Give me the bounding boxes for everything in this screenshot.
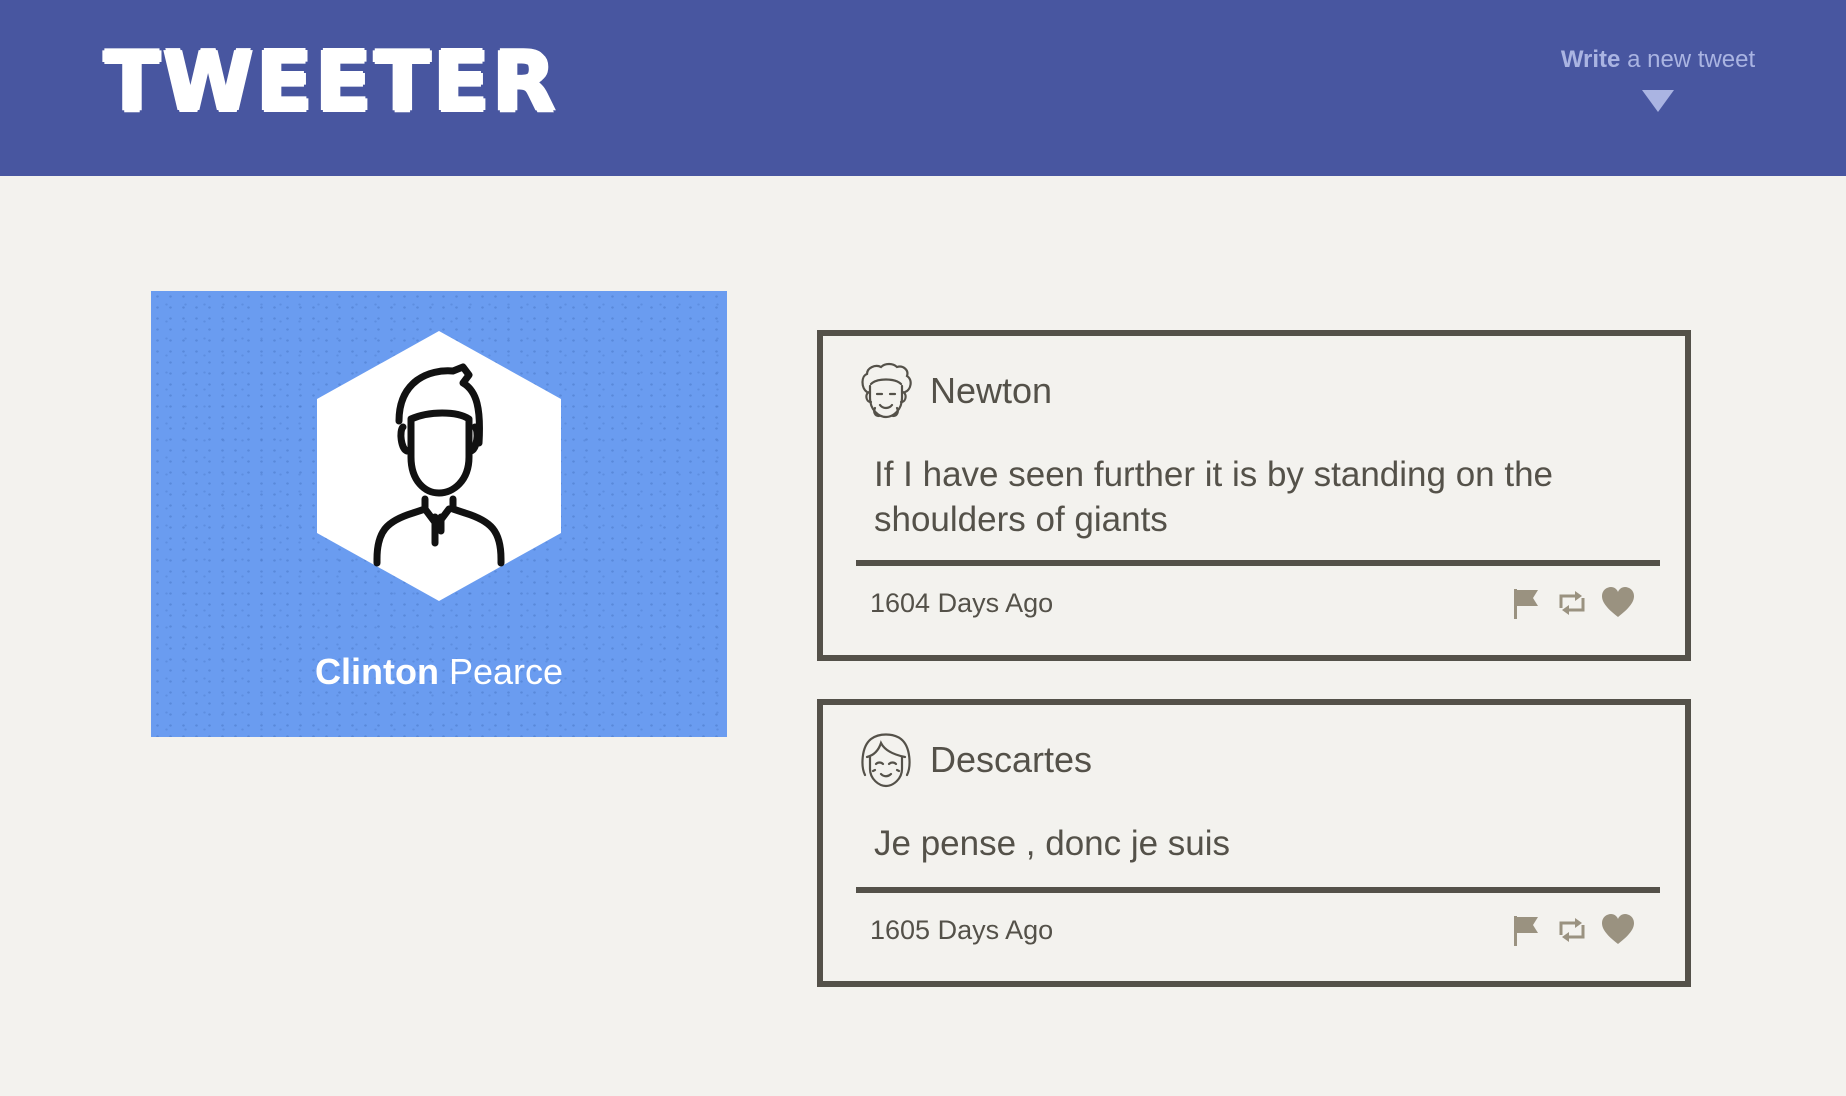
profile-avatar [317,331,561,601]
top-navigation-bar: TWEETER Write a new tweet [0,0,1846,176]
flag-icon[interactable] [1509,586,1543,620]
tweet-divider [856,560,1660,566]
flag-icon[interactable] [1509,913,1543,947]
retweet-icon[interactable] [1555,586,1589,620]
tweet-text: Je pense , donc je suis [874,824,1231,863]
tweet-timestamp: 1605 Days Ago [870,915,1054,945]
profile-first-name: Clinton [314,651,439,692]
chevron-down-icon[interactable] [1642,90,1674,112]
tweet-actions [1509,913,1635,947]
tweet-text: If I have seen further it is by standing… [874,455,1554,539]
profile-card: Clinton Pearce [151,291,727,737]
tweet-card: Newton If I have seen further it is by s… [817,330,1691,661]
profile-last-name: Pearce [438,651,564,692]
curly-hair-face-icon [857,362,915,420]
tweet-card: Descartes Je pense , donc je suis 1605 D… [817,699,1691,987]
compose-label-bold: Write [1560,46,1621,73]
tweet-divider [856,887,1660,893]
compose-tweet-label[interactable]: Write a new tweet [1530,46,1786,74]
user-avatar-icon [317,331,561,601]
compose-label-rest: a new tweet [1620,46,1756,73]
tweet-author-name[interactable]: Descartes [930,739,1092,781]
tweet-timestamp: 1604 Days Ago [870,588,1054,618]
profile-username: Clinton Pearce [151,651,727,693]
tweet-actions [1509,586,1635,620]
heart-icon[interactable] [1601,913,1635,947]
bob-hair-face-icon [857,731,915,789]
compose-tweet-toggle[interactable]: Write a new tweet [1530,46,1786,136]
retweet-icon[interactable] [1555,913,1589,947]
heart-icon[interactable] [1601,586,1635,620]
tweet-author-name[interactable]: Newton [930,370,1052,412]
app-logo[interactable]: TWEETER [104,38,559,128]
